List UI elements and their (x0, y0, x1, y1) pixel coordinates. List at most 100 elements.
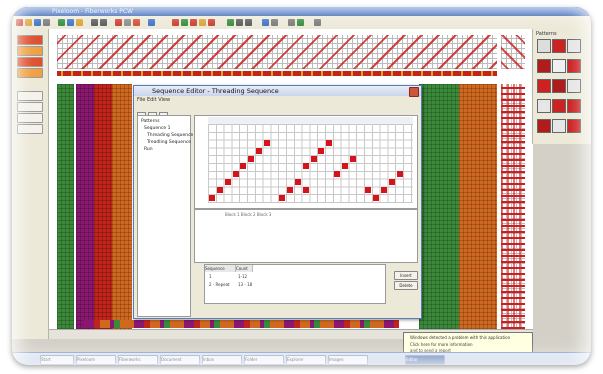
taskbar-item-active[interactable]: Editor (405, 355, 445, 365)
taskbar-item[interactable]: Fiberworks (118, 355, 158, 365)
thread-mark[interactable] (326, 140, 332, 146)
lift-icon[interactable] (288, 19, 295, 26)
save-icon[interactable] (34, 19, 41, 26)
weft-color-sequence[interactable] (84, 320, 399, 328)
palette-swatch[interactable] (552, 99, 566, 113)
color-icon[interactable] (133, 19, 140, 26)
thread-mark[interactable] (397, 171, 403, 177)
palette-swatch[interactable] (567, 99, 581, 113)
thread-mark[interactable] (303, 187, 309, 193)
delete-button[interactable]: Delete (394, 281, 418, 290)
settings-icon[interactable] (271, 19, 278, 26)
palette-swatch[interactable] (567, 79, 581, 93)
taskbar-start-button[interactable]: Start (40, 355, 74, 365)
taskbar-item[interactable]: Document (160, 355, 200, 365)
thread-mark[interactable] (287, 187, 293, 193)
weave-icon[interactable] (227, 19, 234, 26)
cut-icon[interactable] (58, 19, 65, 26)
thread-mark[interactable] (248, 156, 254, 162)
table-cell[interactable]: 1-12 (238, 273, 247, 280)
thread-mark[interactable] (318, 148, 324, 154)
palette-swatch[interactable] (567, 39, 581, 53)
zoom-icon[interactable] (115, 19, 122, 26)
copy-icon[interactable] (67, 19, 74, 26)
weft-color-strip[interactable] (57, 84, 74, 329)
taskbar-item[interactable]: Inbox (202, 355, 242, 365)
dialog-titlebar[interactable]: Sequence Editor - Threading Sequence (134, 86, 421, 97)
palette-swatch[interactable] (552, 39, 566, 53)
thread-mark[interactable] (365, 187, 371, 193)
open-icon[interactable] (25, 19, 32, 26)
table-cell[interactable]: 2 - Repeat (209, 281, 230, 288)
tool-color-button[interactable] (17, 68, 43, 78)
treadling-grid[interactable] (501, 84, 525, 329)
tool-threading-button[interactable] (17, 35, 43, 45)
dialog-menu-bar[interactable]: File Edit View (137, 97, 170, 104)
grid-icon[interactable] (124, 19, 131, 26)
taskbar-item[interactable]: Pixeloom (76, 355, 116, 365)
tree-item[interactable]: Sequence 1 (144, 126, 171, 131)
tieup-grid[interactable] (501, 35, 525, 69)
thread-mark[interactable] (311, 156, 317, 162)
eraser-icon[interactable] (190, 19, 197, 26)
print-icon[interactable] (43, 19, 50, 26)
paste-icon[interactable] (76, 19, 83, 26)
fill-icon[interactable] (181, 19, 188, 26)
thread-mark[interactable] (342, 163, 348, 169)
thread-mark[interactable] (264, 140, 270, 146)
rotate-icon[interactable] (236, 19, 243, 26)
tree-item[interactable]: Threading Sequence (147, 133, 193, 138)
flip-icon[interactable] (245, 19, 252, 26)
redo-icon[interactable] (100, 19, 107, 26)
thread-mark[interactable] (303, 163, 309, 169)
taskbar-item[interactable]: Folder (244, 355, 284, 365)
check-icon[interactable] (297, 19, 304, 26)
insert-button[interactable]: Insert (394, 271, 418, 280)
close-icon[interactable] (409, 87, 419, 97)
palette-swatch[interactable] (567, 59, 581, 73)
warp-color-row[interactable] (57, 71, 497, 76)
tool-tieup-button[interactable] (17, 57, 43, 67)
tree-item[interactable]: Patterns (141, 119, 160, 124)
window-icon[interactable] (314, 19, 321, 26)
editor-grid[interactable] (208, 125, 413, 203)
thread-mark[interactable] (350, 156, 356, 162)
thread-mark[interactable] (389, 179, 395, 185)
tool-treadling-button[interactable] (17, 46, 43, 56)
threading-sequence-editor[interactable] (194, 115, 418, 209)
threading-grid[interactable] (57, 35, 497, 69)
select-icon[interactable] (199, 19, 206, 26)
pen-icon[interactable] (172, 19, 179, 26)
taskbar-item[interactable]: Images (328, 355, 368, 365)
help-icon[interactable] (148, 19, 155, 26)
palette-swatch[interactable] (537, 119, 551, 133)
palette-swatch[interactable] (537, 99, 551, 113)
thread-mark[interactable] (225, 179, 231, 185)
table-cell[interactable]: 13 - 18 (238, 281, 252, 288)
taskbar-item[interactable]: Explorer (286, 355, 326, 365)
heart-icon[interactable] (208, 19, 215, 26)
palette-swatch[interactable] (552, 59, 566, 73)
palette-swatch[interactable] (537, 79, 551, 93)
tree-item[interactable]: Treadling Sequence (147, 140, 191, 145)
thread-mark[interactable] (373, 195, 379, 201)
thread-mark[interactable] (256, 148, 262, 154)
thread-mark[interactable] (209, 195, 215, 201)
palette-swatch[interactable] (537, 59, 551, 73)
thread-mark[interactable] (233, 171, 239, 177)
thread-mark[interactable] (381, 187, 387, 193)
tool-draw-button[interactable] (17, 91, 43, 101)
tree-item[interactable]: Run (144, 147, 153, 152)
view-icon[interactable] (262, 19, 269, 26)
thread-mark[interactable] (279, 195, 285, 201)
new-icon[interactable] (16, 19, 23, 26)
palette-swatch[interactable] (567, 119, 581, 133)
thread-mark[interactable] (334, 171, 340, 177)
tool-pick-button[interactable] (17, 124, 43, 134)
thread-mark[interactable] (240, 163, 246, 169)
undo-icon[interactable] (91, 19, 98, 26)
thread-mark[interactable] (217, 187, 223, 193)
palette-swatch[interactable] (552, 119, 566, 133)
tool-erase-button[interactable] (17, 113, 43, 123)
table-cell[interactable]: 1 (209, 273, 212, 280)
